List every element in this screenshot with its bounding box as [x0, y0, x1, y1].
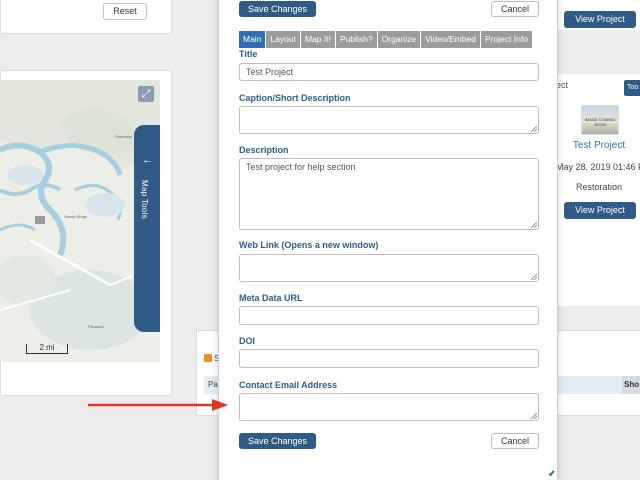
map-tools-label: Map Tools [140, 180, 149, 220]
filter-panel: Reset [0, 0, 172, 34]
cancel-button-bottom[interactable]: Cancel [491, 433, 539, 449]
title-label: Title [239, 49, 258, 59]
tab-layout[interactable]: Layout [266, 31, 300, 48]
tab-bar: Main Layout Map It! Publish? Organize Vi… [239, 31, 533, 48]
scale-bar: 2 mi [26, 344, 68, 354]
project-title-link[interactable]: Test Project [565, 140, 633, 151]
cancel-button-top[interactable]: Cancel [491, 1, 539, 17]
reset-button[interactable]: Reset [103, 3, 147, 20]
tab-main[interactable]: Main [239, 31, 266, 48]
save-changes-button-top[interactable]: Save Changes [239, 1, 316, 17]
tab-project-info[interactable]: Project Info [480, 31, 532, 48]
project-category: Restoration [575, 182, 623, 192]
expand-icon[interactable]: ⤢ [138, 86, 154, 102]
tab-video-embed[interactable]: Video/Embed [421, 31, 480, 48]
project-date: May 28, 2019 01:46 PM [556, 162, 640, 172]
resize-handle-icon[interactable]: ⬋ [548, 468, 556, 479]
map-tools-toggle[interactable]: ← Map Tools [134, 125, 160, 332]
metadata-url-label: Meta Data URL [239, 293, 303, 303]
view-project-button[interactable]: View Project [564, 11, 636, 28]
view-project-button-2[interactable]: View Project [564, 202, 636, 219]
svg-text:Plainview: Plainview [115, 134, 132, 139]
doi-label: DOI [239, 336, 256, 346]
title-input[interactable]: Test Project [239, 63, 539, 81]
thumbnail-caption: IMAGE COMING SOON [584, 117, 616, 127]
svg-text:Sandy Ridge: Sandy Ridge [64, 214, 88, 219]
description-label: Description [239, 145, 289, 155]
edit-project-modal: Save Changes Cancel Main Layout Map It! … [218, 0, 558, 480]
rss-icon [204, 354, 212, 362]
contact-email-label: Contact Email Address [239, 380, 338, 390]
caption-label: Caption/Short Description [239, 93, 351, 103]
save-changes-button-bottom[interactable]: Save Changes [239, 433, 316, 449]
web-link-label: Web Link (Opens a new window) [239, 240, 379, 250]
svg-text:Pleasant: Pleasant [88, 324, 104, 329]
project-card-top: View Project [556, 0, 640, 30]
web-link-textarea[interactable] [239, 254, 539, 282]
tools-button[interactable]: Too [624, 80, 640, 96]
metadata-url-input[interactable] [239, 306, 539, 325]
annotation-arrow [88, 399, 228, 411]
tab-organize[interactable]: Organize [377, 31, 421, 48]
caption-textarea[interactable] [239, 106, 539, 134]
tab-map-it[interactable]: Map It! [300, 31, 335, 48]
contact-email-textarea[interactable] [239, 393, 539, 421]
tab-publish[interactable]: Publish? [335, 31, 377, 48]
show-button[interactable]: Sho [622, 376, 640, 394]
arrow-left-icon: ← [142, 154, 153, 166]
doi-input[interactable] [239, 349, 539, 368]
description-textarea[interactable]: Test project for help section [239, 158, 539, 230]
